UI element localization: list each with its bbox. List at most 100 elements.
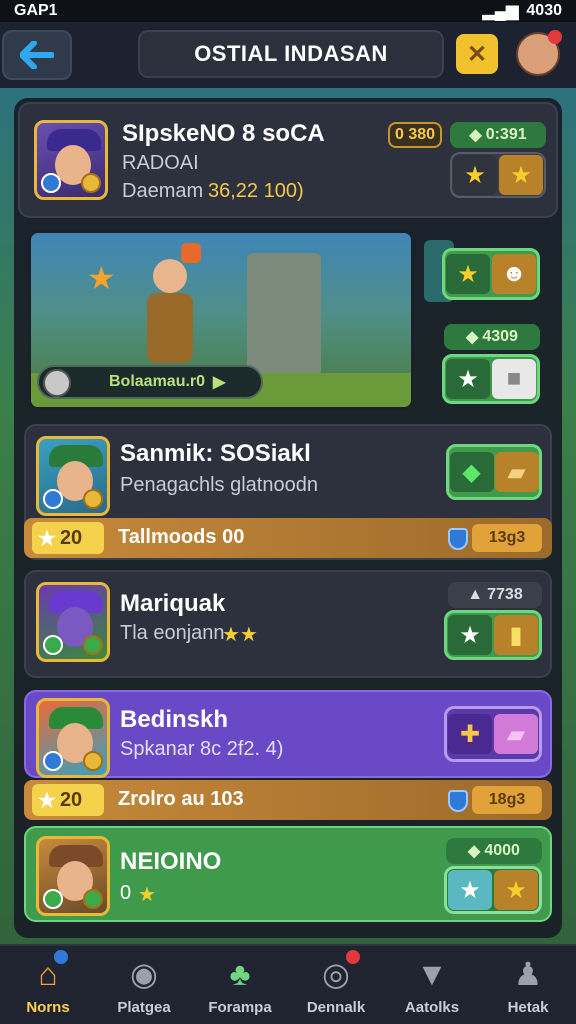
gold-counter: 0 380 [388,122,442,148]
ticket-icon: ▰ [494,714,538,754]
chat-icon: ◎ [322,956,350,992]
hero-card-1[interactable]: SIpskeNO 8 soCA RADOAI Daemam 36,22 100)… [18,102,558,218]
star-wand-icon: ★ [87,260,116,296]
level-badge-icon [181,243,201,263]
tab-aatolks[interactable]: ▼ Aatolks [384,946,480,1024]
star-icon: ★ [453,155,497,195]
notification-dot [54,950,68,964]
reward-button-3[interactable]: ★ ■ [442,354,540,404]
progress-value: 18g3 [472,786,542,814]
hero-stats-value: 36,22 100) [208,180,304,202]
cup-icon: ▮ [494,615,538,655]
green-counter: ◆ 4000 [446,838,542,864]
tab-dennalk[interactable]: ◎ Dennalk [288,946,384,1024]
back-button[interactable] [2,30,72,80]
hero-name: Bedinskh [120,706,229,733]
reward-button-7[interactable]: ★ ★ [444,866,542,914]
hero-figure [135,253,205,373]
star-outline-icon: ★ [448,870,492,910]
signal-icon: ▂▄▆ [482,3,519,20]
tab-hetak[interactable]: ♟ Hetak [480,946,576,1024]
star-rating-icon: ★★ [222,624,258,646]
reward-button-4[interactable]: ◆ ▰ [446,444,542,500]
hero-class: RADOAI [122,152,199,174]
box-icon: ■ [492,359,536,399]
notification-dot [548,30,562,44]
status-bar: GAP1 ▂▄▆ 4030 [0,0,576,22]
hero-name: Mariquak [120,590,226,617]
tab-platgea[interactable]: ◉ Platgea [96,946,192,1024]
reward-button-2[interactable]: ★ ☻ [442,248,540,300]
hero-card-6[interactable]: NEIOINO 0 ★ ◆ 4000 ★ ★ [24,826,552,922]
progress-text: Zrolro au 103 [118,788,244,810]
tab-home[interactable]: ⌂ Norns [0,946,96,1024]
reward-button-1[interactable]: ★ ★ [450,152,546,198]
arrow-left-icon [20,41,54,69]
hero-description: Spkanar 8c 2f2. 4) [120,738,284,760]
level-badge-icon [83,889,103,909]
cross-icon: ✚ [448,714,492,754]
avatar [36,582,110,662]
progress-text: Tallmoods 00 [118,526,245,548]
close-button[interactable]: ✕ [456,34,498,74]
green-counter-2: ◆ 4309 [444,324,540,350]
gray-counter: ▲ 7738 [448,582,542,608]
star-icon: ★ [446,254,490,294]
hero-stats-label: Daemam [122,180,204,202]
star-outline-icon: ★ [446,359,490,399]
status-icons: ▂▄▆ 4030 [482,1,562,21]
hero-name: Sanmik: SOSiakl [120,440,311,467]
badge-icon [43,751,63,771]
hero-name: NEIOINO [120,848,222,875]
avatar [36,836,110,916]
shield-icon [448,790,468,812]
level-badge-icon [83,489,103,509]
bottom-tab-bar: ⌂ Norns ◉ Platgea ♣ Forampa ◎ Dennalk ▼ … [0,944,576,1024]
shield-face-icon: ☻ [492,254,536,294]
gem-icon: ◆ [466,329,479,346]
notification-dot [346,950,360,964]
gem-icon: ◆ [468,843,481,860]
hero-card-4[interactable]: Mariquak Tla eonjann ★★ ▲ 7738 ★ ▮ [24,570,552,678]
green-counter: ◆ 0:391 [450,122,546,148]
avatar [36,698,110,778]
hero-scene[interactable]: ★ Bolaamau.r0 ▶ [28,230,414,410]
avatar [34,120,108,200]
hero-card-5[interactable]: Bedinskh Spkanar 8c 2f2. 4) ✚ ▰ [24,690,552,778]
star-rating-icon: ★ [138,884,156,906]
level-box: ★ 20 [32,522,104,554]
close-icon: ✕ [466,40,488,68]
reward-button-6[interactable]: ✚ ▰ [444,706,542,762]
tree-icon: ♣ [229,956,251,992]
tab-forampa[interactable]: ♣ Forampa [192,946,288,1024]
level-badge-icon [83,751,103,771]
hero-name: SIpskeNO 8 soCA [122,120,325,147]
reward-button-5[interactable]: ★ ▮ [444,610,542,660]
badge-icon [43,635,63,655]
star-outline-icon: ★ [448,615,492,655]
level-badge-icon [83,635,103,655]
profile-avatar[interactable] [516,30,562,76]
level-badge-icon [81,173,101,193]
disc-icon: ◉ [130,956,158,992]
hero-description: 0 [120,882,132,904]
triangle-icon: ▲ [467,586,484,603]
shield-icon [448,528,468,550]
page-title: OSTIAL INDASAN [138,30,444,78]
badge-icon [43,489,63,509]
star-icon: ★ [38,527,56,550]
gem-icon: ◆ [469,127,482,144]
main-panel: SIpskeNO 8 soCA RADOAI Daemam 36,22 100)… [14,98,562,938]
badge-icon [43,889,63,909]
star-icon: ★ [499,155,543,195]
avatar [36,436,110,516]
scroll-icon: ▰ [494,452,539,492]
hero-description: Tla eonjann [120,622,225,644]
star-icon: ★ [38,789,56,812]
gem-icon: ▼ [416,956,448,992]
scene-label[interactable]: Bolaamau.r0 ▶ [37,365,263,399]
battery-text: 4030 [526,2,562,19]
star-icon: ★ [494,870,538,910]
play-icon: ▶ [213,374,226,391]
person-icon: ♟ [513,956,543,992]
